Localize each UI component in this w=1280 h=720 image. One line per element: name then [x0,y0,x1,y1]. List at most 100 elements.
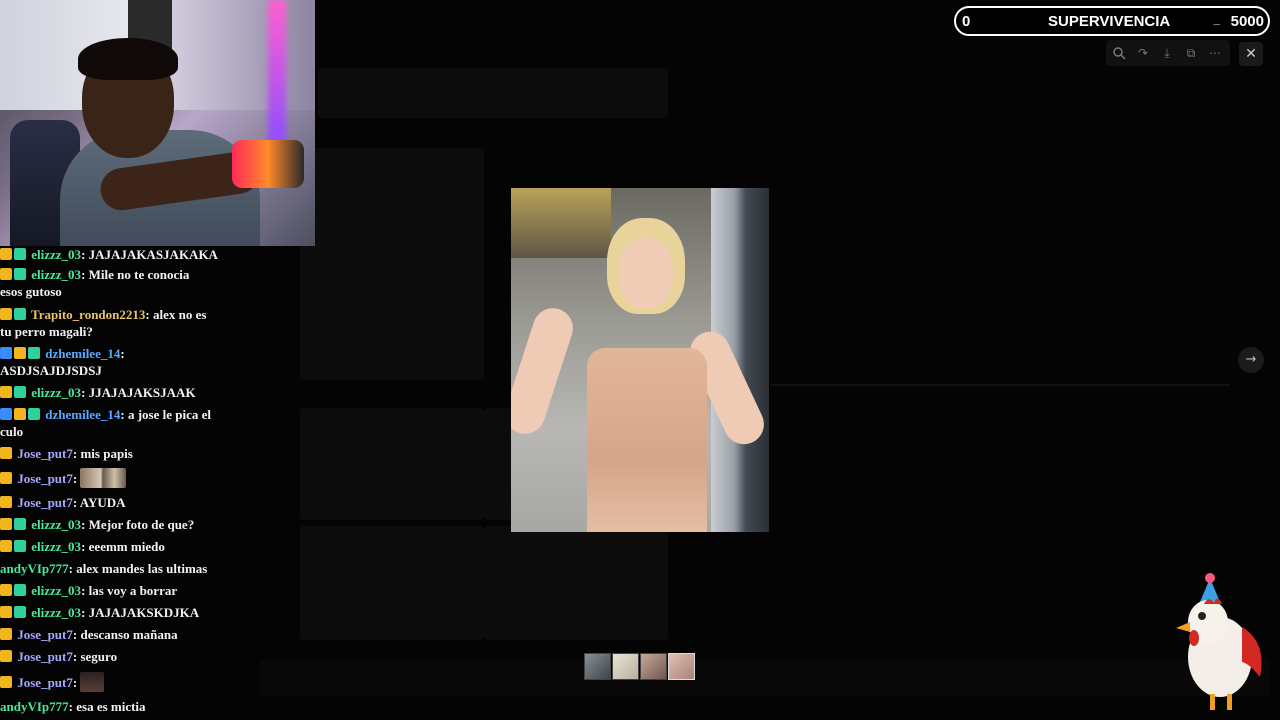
chat-username: andyVIp777 [0,561,69,576]
thumbnail-3[interactable] [640,653,667,680]
score-bar: 0 SUPERVIVENCIA _ 5000 [954,6,1270,36]
zoom-in-icon[interactable] [1112,46,1126,60]
chat-text: Mejor foto de que? [88,517,195,532]
chat-message: elizzz_03: JJAJAJAKSJAAK [0,384,300,401]
chat-message: elizzz_03: JAJAJAKSKDJKA [0,604,300,621]
sub-badge-icon [14,386,26,398]
chat-username: Jose_put7 [17,446,73,461]
crown-badge-icon [0,268,12,280]
sub-badge-icon [14,268,26,280]
chat-message: Trapito_rondon2213: alex no es tu perro … [0,307,207,339]
crown-badge-icon [0,248,12,260]
chat-text: Mile no te conocia [88,267,190,282]
chat-text-continued: culo [0,424,24,439]
sub-badge-icon [14,248,26,260]
rotate-icon[interactable]: ↷ [1136,46,1150,60]
sub-badge-icon [14,584,26,596]
chat-username: elizzz_03 [31,605,82,620]
sub-badge-icon [28,347,40,359]
more-icon[interactable]: ⋯ [1208,46,1222,60]
thumbnail-2[interactable] [612,653,639,680]
chat-text: las voy a borrar [88,583,178,598]
score-title: SUPERVIVENCIA [1048,13,1171,30]
sub-badge-icon [14,540,26,552]
photo-arm-left [511,303,579,439]
crown-badge-icon [0,540,12,552]
webcam-person-hair [78,38,178,80]
crown-badge-icon [0,650,12,662]
chat-message: Jose_put7: descanso mañana [0,626,300,643]
chat-text-continued: esos gutoso [0,284,62,299]
chat-username: Jose_put7 [17,675,73,690]
sub-badge-icon [14,518,26,530]
chat-text: alex no es [152,307,207,322]
crown-badge-icon [0,628,12,640]
chat-message: andyVIp777: alex mandes las ultimas [0,561,208,576]
chat-message: dzhemilee_14: a jose le pica el culo [0,407,211,439]
crown-badge-icon [0,584,12,596]
crown-badge-icon [0,472,12,484]
chat-text: seguro [80,649,118,664]
chat-text-continued: ASDJSAJDJSDSJ [0,363,102,378]
chat-text: eeemm miedo [88,539,165,554]
chat-username: elizzz_03 [31,539,82,554]
bg-card [300,526,484,640]
emote-image [80,468,127,488]
chat-text: AYUDA [79,495,126,510]
thumbnail-strip [584,653,696,680]
arrow-badge-icon [0,408,12,420]
chat-message: elizzz_03: eeemm miedo [0,538,300,555]
chat-message: Jose_put7: mis papis [0,445,300,462]
photo-ceiling [511,188,611,258]
bg-card [300,148,484,380]
chat-text-continued: tu perro magali? [0,324,93,339]
crown-badge-icon [0,496,12,508]
chat-message: dzhemilee_14: ASDJSAJDJSDSJ [0,346,125,378]
crown-badge-icon [14,408,26,420]
bg-banner [318,68,668,118]
crown-badge-icon [0,676,12,688]
score-left-value: 0 [962,13,971,30]
arrow-badge-icon [0,347,12,359]
chat-message: Jose_put7: [0,468,300,488]
chat-text: alex mandes las ultimas [76,561,208,576]
crown-badge-icon [0,606,12,618]
chat-username: dzhemilee_14 [45,346,121,361]
chat-message: Jose_put7: AYUDA [0,494,300,511]
bg-card [300,408,484,520]
chat-username: andyVIp777 [0,699,69,714]
download-icon[interactable]: ⤓ [1160,46,1174,60]
photo-face [619,238,673,308]
thumbnail-4[interactable] [668,653,695,680]
bg-bottom-bar [260,660,1270,696]
chat-username: elizzz_03 [31,267,82,282]
next-image-button[interactable]: → [1238,347,1264,373]
open-external-icon[interactable]: ⧉ [1184,46,1198,60]
close-button[interactable]: ✕ [1239,42,1263,66]
viewer-photo [511,188,769,532]
chat-username: elizzz_03 [31,583,82,598]
image-toolbar: ↷ ⤓ ⧉ ⋯ [1106,40,1230,66]
crown-badge-icon [0,518,12,530]
chat-username: Trapito_rondon2213 [31,307,146,322]
chat-message: elizzz_03: JAJAJAKASJAKAKA [0,246,300,263]
crown-badge-icon [0,447,12,459]
chat-message: Jose_put7: seguro [0,648,300,665]
chat-message: Jose_put7: [0,672,300,692]
bg-card [484,526,668,640]
chat-text: a jose le pica el [127,407,211,422]
chat-username: dzhemilee_14 [45,407,121,422]
chat-text: esa es mictia [76,699,146,714]
chat-message: andyVIp777: esa es mictia [0,699,146,714]
chat-username: Jose_put7 [17,471,73,486]
crown-badge-icon [0,308,12,320]
bg-divider [770,384,1230,386]
thumbnail-1[interactable] [584,653,611,680]
chat-text: mis papis [80,446,133,461]
chat-username: elizzz_03 [31,247,82,262]
chat-username: Jose_put7 [17,627,73,642]
chicken-mascot-icon [1176,573,1262,710]
score-separator: _ [1213,12,1220,26]
emote-image [80,672,105,692]
chat-username: elizzz_03 [31,385,82,400]
